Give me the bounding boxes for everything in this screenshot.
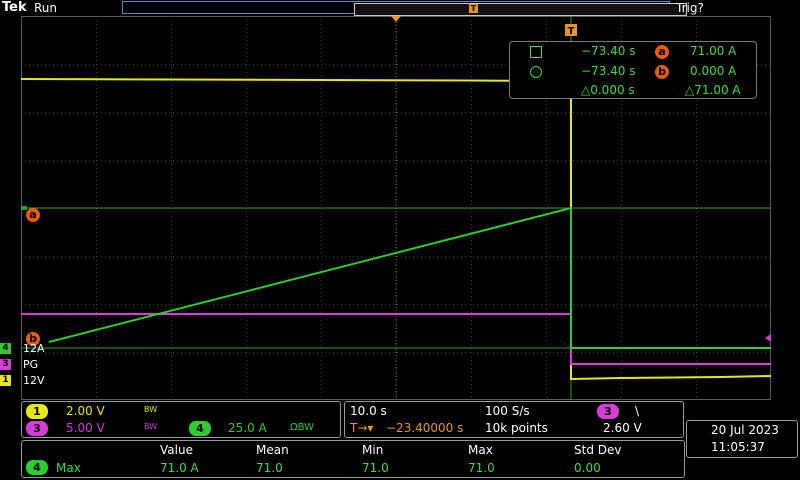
square-cursor-time: −73.40 s (581, 44, 636, 58)
record-view-window[interactable] (354, 3, 687, 16)
record-view-bar[interactable]: T (122, 1, 687, 16)
ch4-label: 12A (23, 342, 45, 355)
measurement-value: 71.0 A (160, 461, 199, 475)
ch4-tag: 4 (0, 343, 11, 354)
measurement-header-value: Value (160, 443, 193, 457)
delta-value: △71.00 A (685, 83, 741, 97)
measurement-header-min: Min (362, 443, 384, 457)
cursor-b-readout-badge: b (655, 65, 669, 79)
brand-logo: Tek (2, 0, 27, 15)
trigger-source-chip[interactable]: 3 (597, 404, 619, 419)
measurement-stddev: 0.00 (574, 461, 601, 475)
circle-cursor-icon (530, 66, 542, 78)
ch1-label: 12V (23, 374, 45, 387)
time: 11:05:37 (711, 440, 765, 454)
measurement-header-mean: Mean (256, 443, 289, 457)
delta-time: △0.000 s (581, 83, 635, 97)
ch1-scale[interactable]: 2.00 V (66, 404, 105, 418)
date: 20 Jul 2023 (711, 423, 779, 437)
datetime-panel: 20 Jul 2023 11:05:37 (686, 420, 798, 458)
ch4-scale[interactable]: 25.0 A (228, 421, 267, 435)
acquisition-state[interactable]: Run (34, 1, 57, 15)
ch1-tag: 1 (0, 375, 11, 386)
cursor-a-value: 71.00 A (690, 44, 737, 58)
sample-rate: 100 S/s (485, 404, 530, 418)
measurement-max: 71.0 (468, 461, 495, 475)
record-length: 10k points (485, 421, 548, 435)
square-cursor-icon (530, 46, 542, 58)
cursor-a-anchor (21, 206, 27, 210)
record-trigger-marker: T (469, 4, 478, 13)
ch3-scale[interactable]: 5.00 V (66, 421, 105, 435)
measurement-min: 71.0 (362, 461, 389, 475)
cursor-b-value: 0.000 A (690, 64, 737, 78)
top-status-bar: Tek Run T Trig? (0, 0, 800, 16)
measurement-header-stddev: Std Dev (574, 443, 622, 457)
ch3-label: PG (23, 358, 39, 371)
cursor-a-badge[interactable]: a (26, 208, 40, 222)
delay-icon: T→▾ (350, 421, 374, 435)
horizontal-trigger-panel[interactable]: 10.0 s 100 S/s 3 \ T→▾ −23.40000 s 10k p… (344, 401, 684, 438)
circle-cursor-time: −73.40 s (581, 64, 636, 78)
trigger-slope-icon: \ (635, 404, 640, 418)
measurement-name[interactable]: Max (56, 461, 81, 475)
trigger-level[interactable]: 2.60 V (603, 421, 642, 435)
trigger-status: Trig? (676, 1, 704, 15)
horizontal-delay[interactable]: −23.40000 s (386, 421, 463, 435)
cursor-trigger-tag-label: T (568, 26, 575, 37)
measurement-channel-chip[interactable]: 4 (26, 460, 48, 475)
measurement-header-max: Max (468, 443, 493, 457)
ch1-bandwidth-icon: BW (144, 405, 158, 414)
cursor-a-readout-badge: a (655, 45, 669, 59)
cursor-readout[interactable]: −73.40 s a 71.00 A −73.40 s b 0.000 A △0… (509, 41, 757, 99)
vertical-settings-panel[interactable]: 1 2.00 V BW 3 5.00 V BW 4 25.0 A ΩBW (21, 401, 341, 438)
ch3-chip[interactable]: 3 (26, 421, 48, 436)
measurement-mean: 71.0 (256, 461, 283, 475)
ch4-bandwidth-icon: ΩBW (290, 422, 315, 433)
ch1-chip[interactable]: 1 (26, 404, 48, 419)
ch3-bandwidth-icon: BW (144, 422, 158, 431)
ch4-chip[interactable]: 4 (189, 421, 211, 436)
time-per-div[interactable]: 10.0 s (350, 404, 387, 418)
ch3-tag: 3 (0, 359, 11, 370)
